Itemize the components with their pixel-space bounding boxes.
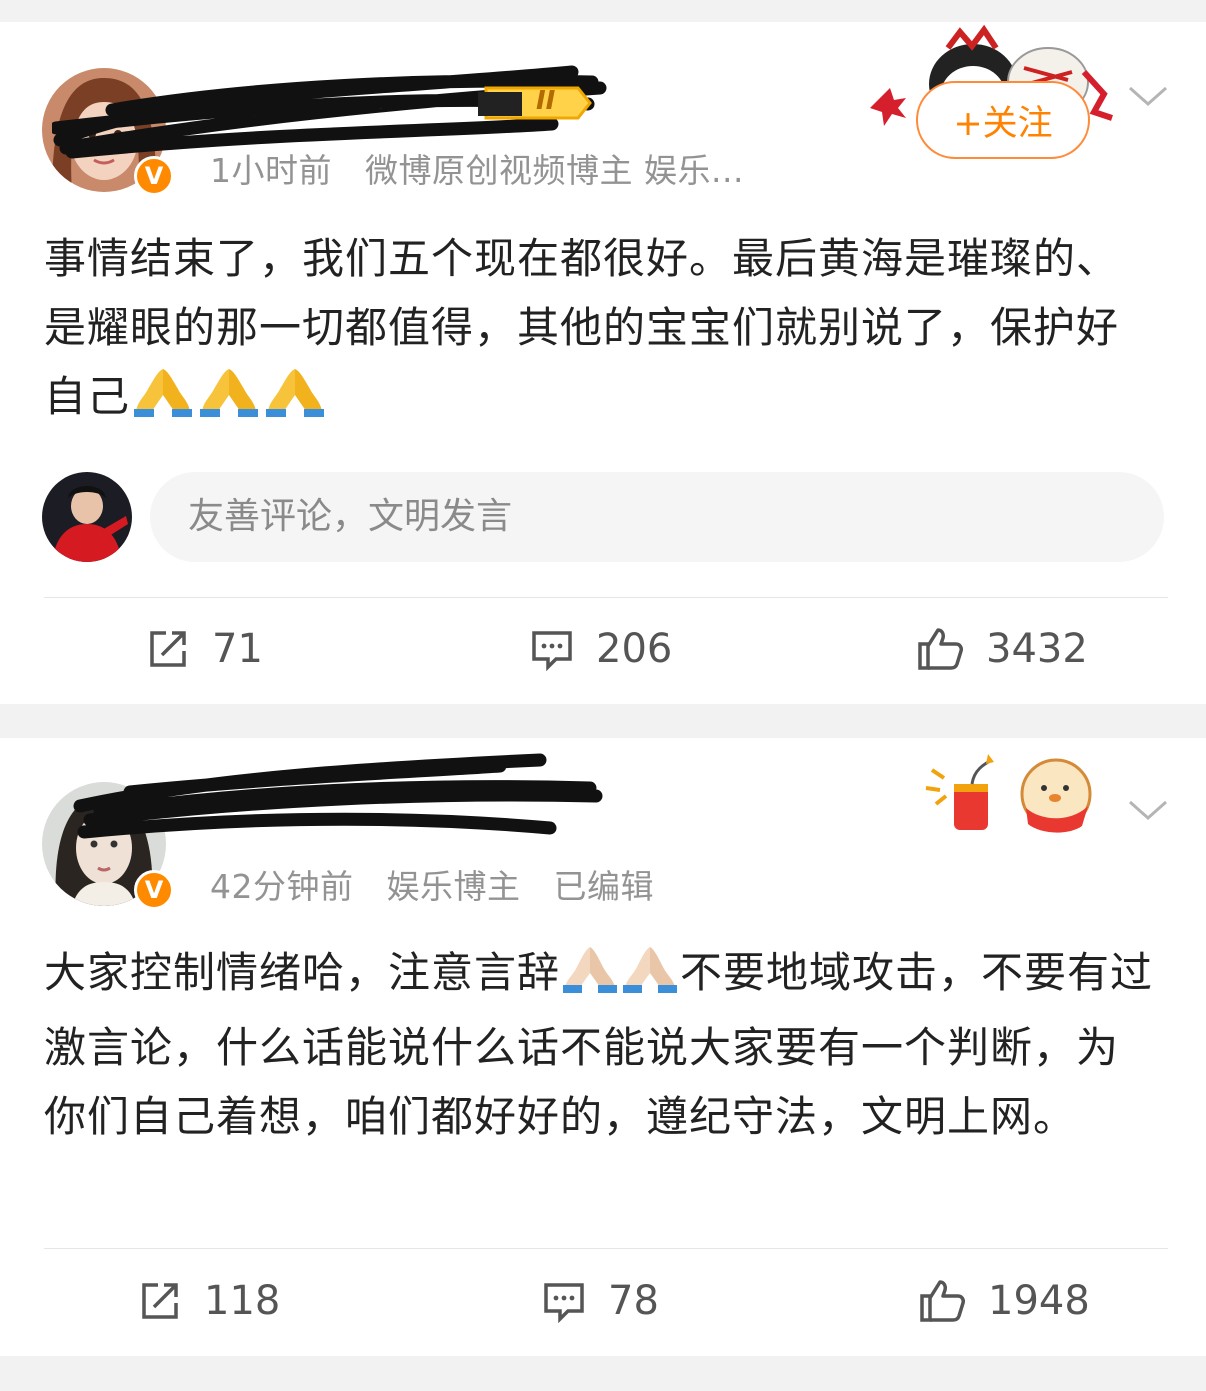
verified-badge: V xyxy=(134,156,174,196)
thumbs-up-icon xyxy=(918,628,963,670)
like-button[interactable]: 1948 xyxy=(918,1278,1090,1324)
chevron-down-icon[interactable] xyxy=(1128,84,1168,108)
like-button[interactable]: 3432 xyxy=(916,626,1088,672)
post-meta: 42分钟前 娱乐博主 已编辑 xyxy=(210,860,676,908)
comment-button[interactable]: 206 xyxy=(530,626,672,672)
post-source: 微博原创视频博主 娱乐... xyxy=(365,151,744,190)
folded-hands-icon xyxy=(132,365,194,437)
folded-hands-icon xyxy=(264,365,326,437)
comment-icon xyxy=(532,631,572,671)
divider xyxy=(44,597,1168,598)
comment-input[interactable]: 友善评论，文明发言 xyxy=(150,472,1164,562)
follow-button[interactable]: +关注 xyxy=(916,81,1090,159)
folded-hands-icon xyxy=(562,943,618,1013)
post-text: 事情结束了，我们五个现在都很好。最后黄海是璀璨的、是耀眼的那一切都值得，其他的宝… xyxy=(44,224,1154,437)
decorative-new-year-sticker xyxy=(925,754,1092,833)
post-edited-label: 已编辑 xyxy=(553,867,654,906)
thumbs-up-icon xyxy=(920,1280,965,1322)
comment-button[interactable]: 78 xyxy=(542,1278,659,1324)
current-user-avatar[interactable] xyxy=(42,472,132,562)
chevron-down-icon[interactable] xyxy=(1128,798,1168,822)
comment-icon xyxy=(544,1283,584,1323)
repost-button[interactable]: 71 xyxy=(146,626,263,672)
post-time: 42分钟前 xyxy=(210,867,354,906)
redacted-username-scribble xyxy=(73,753,603,839)
verified-badge: V xyxy=(134,870,174,910)
folded-hands-icon xyxy=(622,943,678,1013)
post-meta: 1小时前 微博原创视频博主 娱乐... xyxy=(210,144,766,192)
comment-compose-row: 友善评论，文明发言 xyxy=(42,472,1164,562)
level-badge: II xyxy=(478,84,594,122)
post-text: 大家控制情绪哈，注意言辞 不要地域攻击，不要有过激言论，什么话能说什么话不能说大… xyxy=(44,938,1154,1151)
post-card-2: V 42分钟前 娱乐博主 已编辑 大家控制情绪哈，注意言辞 不要地域攻击，不要有… xyxy=(0,738,1206,1356)
repost-icon xyxy=(142,1283,178,1319)
post-card-1: V II 1小时前 微博原创视频博主 娱乐... +关注 事情结束了，我们五个现… xyxy=(0,22,1206,704)
post-source: 娱乐博主 xyxy=(386,867,521,906)
repost-icon xyxy=(150,631,186,667)
folded-hands-icon xyxy=(198,365,260,437)
repost-button[interactable]: 118 xyxy=(138,1278,280,1324)
divider xyxy=(44,1248,1168,1249)
post-time: 1小时前 xyxy=(210,151,332,190)
